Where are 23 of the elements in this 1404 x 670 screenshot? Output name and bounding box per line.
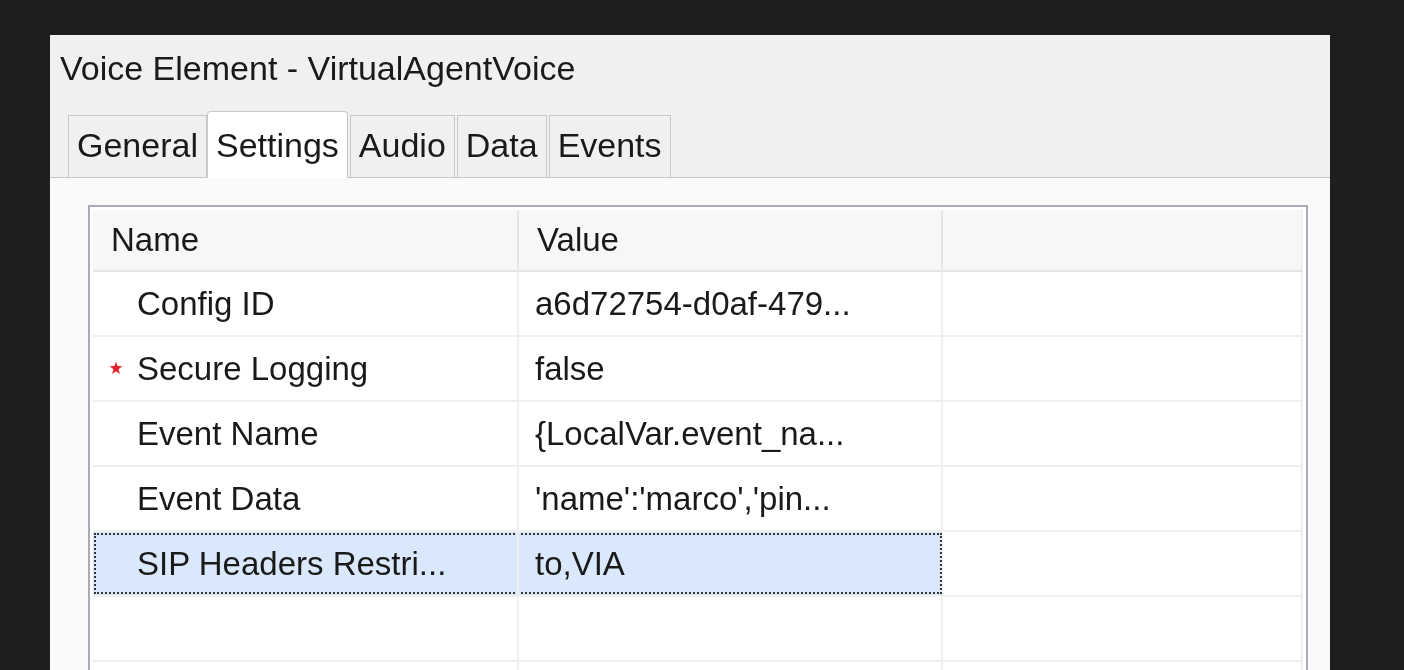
tab[interactable]: Settings — [206, 111, 348, 178]
property-value: 'name':'marco','pin... — [535, 479, 831, 518]
tab[interactable]: Audio — [349, 115, 455, 177]
table-row[interactable]: Secure Logging false — [93, 337, 943, 400]
window-title: Voice Element - VirtualAgentVoice — [59, 48, 577, 89]
property-name: Secure Logging — [137, 349, 369, 388]
column-header[interactable]: Name — [93, 210, 519, 270]
property-value: false — [535, 349, 605, 388]
property-value: a6d72754-d0af-479... — [535, 284, 851, 323]
property-value: {LocalVar.event_na... — [535, 414, 845, 453]
column-header[interactable]: Value — [519, 210, 943, 270]
selected-row[interactable]: SIP Headers Restri... to,VIA — [93, 532, 943, 595]
property-name: Event Name — [137, 414, 319, 453]
table-row[interactable]: Event Name {LocalVar.event_na... — [93, 402, 943, 465]
table-row[interactable]: Config ID a6d72754-d0af-479... — [93, 272, 943, 335]
tab[interactable]: Events — [548, 115, 671, 177]
tab[interactable]: Data — [456, 115, 547, 177]
table-row[interactable]: Event Data 'name':'marco','pin... — [93, 467, 943, 530]
property-value: to,VIA — [535, 544, 625, 583]
property-name: Config ID — [137, 284, 275, 323]
property-name: Event Data — [137, 479, 301, 518]
tab[interactable]: General — [68, 115, 207, 177]
property-name: SIP Headers Restri... — [137, 544, 447, 583]
